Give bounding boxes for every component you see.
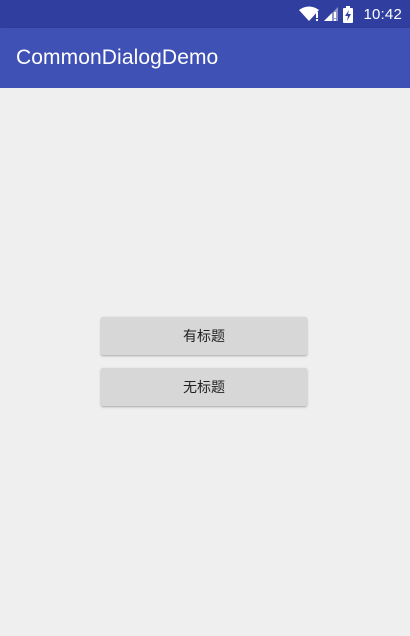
status-clock: 10:42 — [363, 5, 402, 23]
app-bar: CommonDialogDemo — [0, 28, 410, 88]
without-title-button-label: 无标题 — [183, 380, 225, 396]
wifi-icon — [299, 6, 320, 22]
status-icons: 10:42 — [299, 0, 402, 28]
without-title-button[interactable]: 无标题 — [101, 368, 307, 406]
app-title: CommonDialogDemo — [16, 46, 219, 69]
battery-charging-icon — [343, 5, 354, 23]
with-title-button-label: 有标题 — [183, 329, 225, 345]
status-bar: 10:42 — [0, 0, 410, 28]
signal-icon — [323, 6, 339, 22]
main-content: 有标题 无标题 — [0, 88, 410, 636]
with-title-button[interactable]: 有标题 — [101, 317, 307, 355]
